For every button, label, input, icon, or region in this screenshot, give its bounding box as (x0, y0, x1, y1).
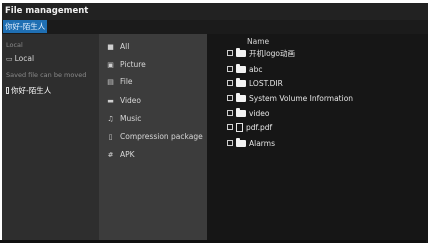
picture-icon: ▣ (107, 60, 114, 69)
sidebar-item-local[interactable]: ▭ Local (6, 54, 34, 63)
document-icon (236, 122, 243, 132)
checkbox[interactable] (227, 110, 233, 116)
file-row[interactable]: abc (227, 63, 262, 75)
category-label: APK (120, 150, 135, 159)
music-icon: ♫ (107, 114, 114, 123)
checkbox[interactable] (227, 140, 233, 146)
saved-section-header: Saved file can be moved (6, 71, 87, 79)
category-panel: ■ All ▣ Picture ▤ File ▬ Video ♫ Music ▯… (99, 34, 207, 243)
sidebar-item-label: Local (14, 54, 35, 63)
monitor-icon: ▭ (6, 54, 13, 63)
local-section-header: Local (6, 41, 23, 49)
folder-icon (236, 77, 246, 87)
device-sidebar: Local ▭ Local Saved file can be moved 你好… (2, 34, 99, 243)
file-name: 开机logo动画 (249, 48, 296, 58)
compression-package-icon: ▯ (108, 132, 113, 141)
file-name: pdf.pdf (246, 122, 273, 132)
category-label: All (120, 42, 130, 51)
title-bar: File management (2, 3, 428, 20)
category-label: Picture (120, 60, 146, 69)
current-folder-tag[interactable]: 你好-陌生人 (3, 20, 48, 33)
folder-icon (236, 63, 246, 73)
category-label: File (120, 77, 133, 86)
category-label: Video (120, 96, 142, 105)
checkbox[interactable] (227, 95, 233, 101)
sidebar-item-label: 你好-陌生人 (11, 86, 52, 95)
folder-icon (236, 92, 246, 102)
folder-icon (236, 47, 246, 57)
file-name: System Volume Information (249, 93, 354, 103)
file-list-panel: Name 开机logo动画 abc LOST.DIR System Volume… (207, 34, 428, 243)
category-label: Compression package (120, 132, 203, 141)
category-label: Music (120, 114, 142, 123)
file-row[interactable]: LOST.DIR (227, 77, 283, 89)
checkbox[interactable] (227, 50, 233, 56)
category-item-file[interactable]: ▤ File (105, 77, 133, 86)
category-item-apk[interactable]: # APK (105, 150, 135, 159)
category-item-compression-package[interactable]: ▯ Compression package (105, 132, 203, 141)
file-row[interactable]: 开机logo动画 (227, 47, 295, 59)
category-item-picture[interactable]: ▣ Picture (105, 60, 146, 69)
category-item-video[interactable]: ▬ Video (105, 96, 141, 105)
checkbox[interactable] (227, 80, 233, 86)
bottom-strip (0, 240, 426, 243)
file-name: LOST.DIR (249, 78, 283, 88)
file-manager-window: File management 你好-陌生人 Local ▭ Local Sav… (2, 3, 428, 243)
app-title: File management (5, 6, 89, 16)
checkbox[interactable] (227, 124, 233, 130)
folder-icon (236, 107, 246, 117)
file-row[interactable]: System Volume Information (227, 92, 353, 104)
folder-icon (236, 137, 246, 147)
category-item-music[interactable]: ♫ Music (105, 114, 141, 123)
file-icon: ▤ (107, 77, 114, 86)
file-name: Alarms (249, 138, 275, 148)
apk-icon: # (107, 150, 114, 159)
all-icon: ■ (107, 42, 114, 51)
file-name: abc (249, 64, 263, 74)
category-item-all[interactable]: ■ All (105, 42, 129, 51)
file-row[interactable]: pdf.pdf (227, 121, 272, 133)
storage-icon (6, 87, 9, 94)
file-row[interactable]: video (227, 107, 270, 119)
file-name: video (249, 108, 270, 118)
sidebar-item-saved[interactable]: 你好-陌生人 (6, 85, 51, 96)
name-column-header[interactable]: Name (247, 37, 269, 46)
file-row[interactable]: Alarms (227, 137, 275, 149)
checkbox[interactable] (227, 66, 233, 72)
video-icon: ▬ (107, 96, 114, 105)
